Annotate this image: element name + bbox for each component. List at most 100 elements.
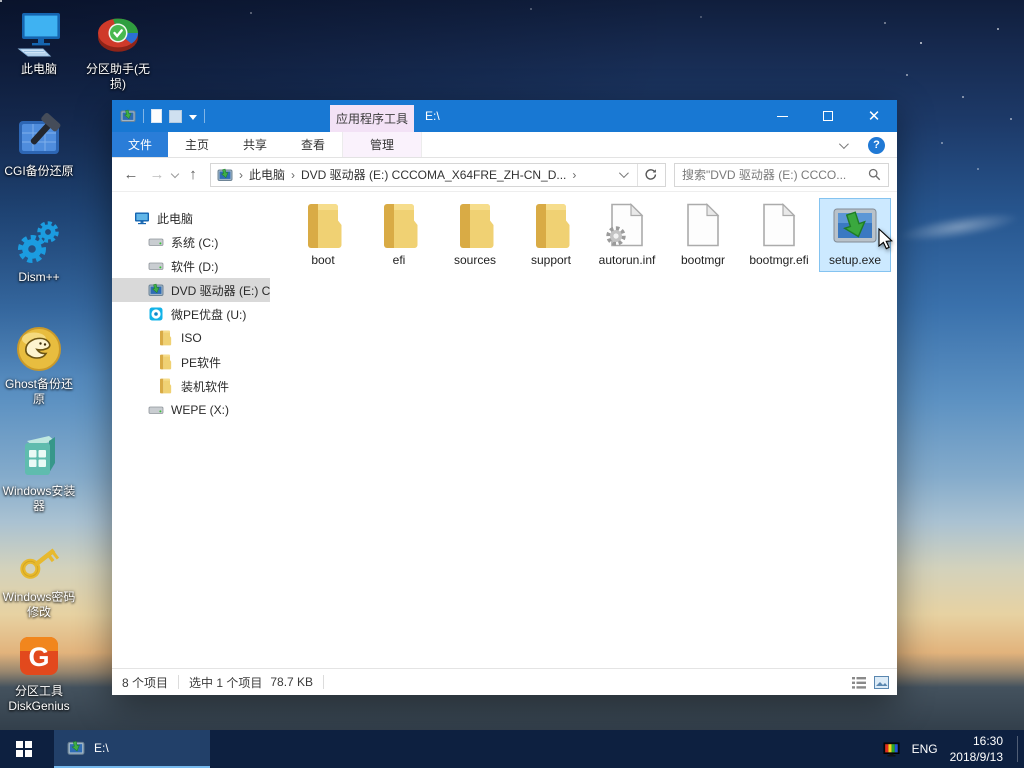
file-name: bootmgr.efi bbox=[745, 253, 813, 267]
address-dropdown-icon[interactable] bbox=[613, 171, 632, 178]
tree-item-label: 软件 (D:) bbox=[171, 258, 218, 275]
tree-item-iso[interactable]: ISO bbox=[112, 326, 270, 350]
customize-qat-icon[interactable] bbox=[189, 115, 197, 120]
explorer-window: 应用程序工具 E:\ ✕ 文件 主页 共享 查看 管理 ? ← bbox=[112, 100, 897, 695]
expand-ribbon-icon[interactable] bbox=[839, 139, 849, 149]
view-toggles bbox=[852, 669, 889, 696]
file-tile-support[interactable]: support bbox=[515, 198, 587, 272]
tree-item-label: 此电脑 bbox=[157, 210, 193, 227]
folder-icon bbox=[527, 202, 575, 250]
file-name: autorun.inf bbox=[593, 253, 661, 267]
desktop-icon-diskgenius[interactable]: G 分区工具 DiskGenius bbox=[0, 632, 78, 714]
tree-item-label: DVD 驱动器 (E:) CC bbox=[171, 282, 270, 299]
up-icon[interactable]: ↑ bbox=[184, 166, 202, 183]
desktop-icon-label: 分区助手(无损) bbox=[79, 62, 157, 92]
file-tile-bootmgr-efi[interactable]: bootmgr.efi bbox=[743, 198, 815, 272]
file-name: bootmgr bbox=[669, 253, 737, 267]
desktop-icon-dism[interactable]: Dism++ bbox=[0, 218, 78, 285]
breadcrumb-this-pc[interactable]: 此电脑 bbox=[249, 166, 285, 183]
tab-file[interactable]: 文件 bbox=[112, 132, 168, 157]
tab-manage[interactable]: 管理 bbox=[353, 132, 411, 157]
properties-icon[interactable] bbox=[151, 109, 162, 123]
help-icon[interactable]: ? bbox=[868, 137, 885, 154]
tree-item-drive-c[interactable]: 系统 (C:) bbox=[112, 230, 270, 254]
tree-item-usb-u[interactable]: 微PE优盘 (U:) bbox=[112, 302, 270, 326]
taskbar-app-icon bbox=[67, 739, 85, 757]
tab-view[interactable]: 查看 bbox=[284, 132, 342, 157]
ribbon-right-controls: ? bbox=[839, 132, 885, 158]
refresh-icon[interactable] bbox=[637, 164, 663, 186]
breadcrumb-dvd-drive[interactable]: DVD 驱动器 (E:) CCCOMA_X64FRE_ZH-CN_D... bbox=[301, 166, 566, 183]
setup-exe-icon bbox=[831, 202, 879, 250]
desktop-icon-windows-password[interactable]: Windows密码修改 bbox=[0, 538, 78, 620]
tree-item-dvd-drive-e[interactable]: DVD 驱动器 (E:) CC bbox=[112, 278, 270, 302]
new-folder-icon[interactable] bbox=[169, 110, 182, 123]
app-tools-label: 应用程序工具 bbox=[336, 110, 408, 127]
desktop-icon-label: 此电脑 bbox=[0, 62, 78, 77]
tree-item-label: 微PE优盘 (U:) bbox=[171, 306, 246, 323]
search-box bbox=[674, 163, 889, 187]
desktop-icon-label: Windows安装器 bbox=[0, 484, 78, 514]
search-icon[interactable] bbox=[861, 168, 888, 181]
taskbar-app-explorer[interactable]: E:\ bbox=[54, 730, 210, 768]
search-input[interactable] bbox=[675, 164, 861, 186]
taskbar-app-label: E:\ bbox=[94, 741, 109, 755]
folder-icon bbox=[451, 202, 499, 250]
ghost-backup-icon bbox=[15, 325, 63, 373]
address-bar[interactable]: › 此电脑 › DVD 驱动器 (E:) CCCOMA_X64FRE_ZH-CN… bbox=[210, 163, 666, 187]
navigation-pane: 此电脑 系统 (C:) 软件 (D:) bbox=[112, 193, 270, 668]
breadcrumb-chevron-icon: › bbox=[238, 168, 244, 182]
file-name: support bbox=[517, 253, 585, 267]
display-color-icon[interactable] bbox=[883, 742, 900, 757]
caption-buttons: ✕ bbox=[759, 100, 897, 132]
contextual-tab-area: 管理 bbox=[342, 132, 422, 157]
tree-item-this-pc[interactable]: 此电脑 bbox=[112, 206, 270, 230]
main-area: 此电脑 系统 (C:) 软件 (D:) bbox=[112, 193, 897, 668]
tree-item-install-software[interactable]: 装机软件 bbox=[112, 374, 270, 398]
window-app-icon bbox=[120, 108, 136, 124]
tab-share[interactable]: 共享 bbox=[226, 132, 284, 157]
file-tile-autorun-inf[interactable]: autorun.inf bbox=[591, 198, 663, 272]
minimize-button[interactable] bbox=[759, 100, 805, 132]
maximize-button[interactable] bbox=[805, 100, 851, 132]
windows-logo-icon bbox=[16, 741, 32, 757]
tree-item-label: PE软件 bbox=[181, 354, 221, 371]
desktop-icon-ghost-backup[interactable]: Ghost备份还原 bbox=[0, 325, 78, 407]
file-icon bbox=[679, 202, 727, 250]
recent-locations-icon[interactable] bbox=[171, 169, 179, 177]
tab-home[interactable]: 主页 bbox=[168, 132, 226, 157]
qat-separator bbox=[143, 109, 144, 123]
file-tile-bootmgr[interactable]: bootmgr bbox=[667, 198, 739, 272]
selection-size: 78.7 KB bbox=[270, 675, 313, 689]
tree-item-wepe-x[interactable]: WEPE (X:) bbox=[112, 398, 270, 422]
details-view-icon[interactable] bbox=[852, 677, 866, 689]
system-tray: ENG 16:30 2018/9/13 bbox=[883, 730, 1024, 768]
tree-item-pe-software[interactable]: PE软件 bbox=[112, 350, 270, 374]
tree-item-drive-d[interactable]: 软件 (D:) bbox=[112, 254, 270, 278]
folder-icon bbox=[299, 202, 347, 250]
mouse-cursor bbox=[876, 228, 896, 252]
partition-assistant-icon bbox=[94, 10, 142, 58]
this-pc-icon bbox=[15, 10, 63, 58]
file-tile-efi[interactable]: efi bbox=[363, 198, 435, 272]
desktop-icon-windows-installer[interactable]: Windows安装器 bbox=[0, 432, 78, 514]
screen: 此电脑 分区助手(无损) bbox=[0, 0, 1024, 768]
file-icon bbox=[755, 202, 803, 250]
large-icons-view-icon[interactable] bbox=[874, 676, 889, 689]
show-desktop-edge[interactable] bbox=[1017, 736, 1018, 762]
desktop-icon-label: 分区工具 DiskGenius bbox=[0, 684, 78, 714]
language-indicator[interactable]: ENG bbox=[912, 742, 938, 756]
taskbar-clock[interactable]: 16:30 2018/9/13 bbox=[950, 733, 1003, 765]
close-button[interactable]: ✕ bbox=[851, 100, 897, 132]
file-list: boot efi sources bbox=[270, 193, 897, 668]
desktop-icon-this-pc[interactable]: 此电脑 bbox=[0, 10, 78, 77]
tree-item-label: 装机软件 bbox=[181, 378, 229, 395]
file-tile-boot[interactable]: boot bbox=[287, 198, 359, 272]
desktop-icon-cgi-backup[interactable]: CGI备份还原 bbox=[0, 112, 78, 179]
start-button[interactable] bbox=[0, 730, 48, 768]
back-icon[interactable]: ← bbox=[122, 166, 140, 183]
desktop-icon-label: CGI备份还原 bbox=[0, 164, 78, 179]
desktop-icon-partition-assistant[interactable]: 分区助手(无损) bbox=[79, 10, 157, 92]
status-bar: 8 个项目 选中 1 个项目 78.7 KB bbox=[112, 668, 897, 695]
file-tile-sources[interactable]: sources bbox=[439, 198, 511, 272]
